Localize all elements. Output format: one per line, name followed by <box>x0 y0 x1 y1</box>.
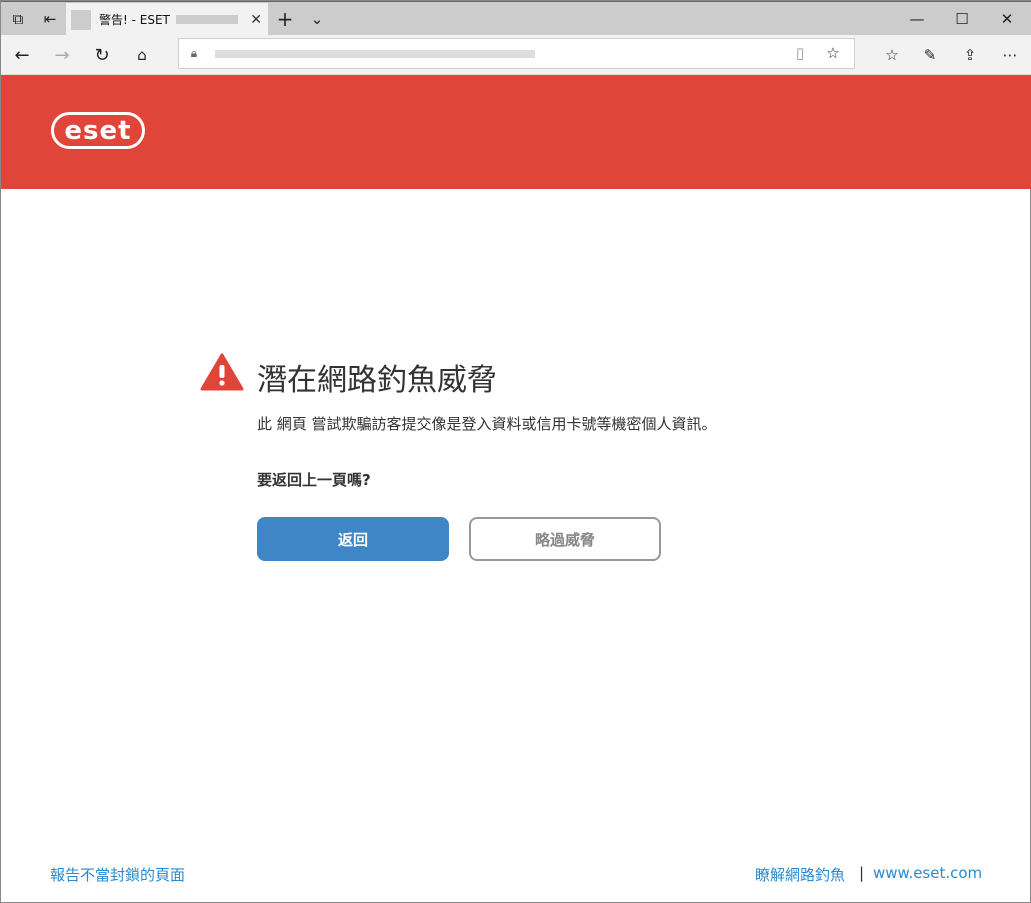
description: 此 網頁 嘗試欺騙訪客提交像是登入資料或信用卡號等機密個人資訊。 <box>257 415 717 433</box>
close-tab-icon[interactable]: ✕ <box>250 12 262 28</box>
report-link[interactable]: 報告不當封鎖的頁面 <box>50 864 185 885</box>
favorites-icon[interactable]: ☆ <box>881 44 903 66</box>
refresh-icon[interactable]: ↻ <box>91 44 113 66</box>
skip-threat-button[interactable]: 略過威脅 <box>469 517 661 561</box>
blurred-text <box>175 15 238 24</box>
chevron-down-icon[interactable]: ⌄ <box>306 8 328 30</box>
question: 要返回上一頁嗎? <box>257 471 371 489</box>
home-icon[interactable]: ⌂ <box>131 44 153 66</box>
reading-view-icon[interactable]: ▯ <box>791 44 809 62</box>
maximize-icon[interactable]: ☐ <box>951 8 973 30</box>
tab-manager-icon[interactable]: ⧉ <box>7 8 29 30</box>
close-window-icon[interactable]: ✕ <box>996 8 1018 30</box>
eset-banner <box>1 75 1031 189</box>
blurred-url <box>215 50 535 58</box>
lock-icon: 🔒︎ <box>190 45 198 60</box>
back-button[interactable]: 返回 <box>257 517 449 561</box>
nav-bar: ← → ↻ ⌂ 🔒︎ ▯ ☆ ☆ ✎ ⇪ ⋯ <box>1 35 1031 75</box>
tab-title: 警告! - ESET <box>99 13 170 27</box>
page-title: 潛在網路釣魚威脅 <box>257 363 497 398</box>
set-tabs-aside-icon[interactable]: ⇤ <box>39 8 61 30</box>
separator: | <box>859 864 865 882</box>
address-bar[interactable]: 🔒︎ ▯ ☆ <box>178 38 855 69</box>
share-icon[interactable]: ⇪ <box>959 44 981 66</box>
pen-icon[interactable]: ✎ <box>919 44 941 66</box>
more-icon[interactable]: ⋯ <box>999 44 1021 66</box>
star-icon[interactable]: ☆ <box>824 44 842 62</box>
back-icon[interactable]: ← <box>11 44 33 66</box>
favicon <box>71 9 91 30</box>
minimize-icon[interactable]: — <box>906 8 928 30</box>
tab-bar: ⧉ ⇤ 警告! - ESET ✕ + ⌄ — ☐ ✕ <box>1 1 1031 36</box>
eset-logo: eset <box>51 112 145 149</box>
forward-icon[interactable]: → <box>51 44 73 66</box>
eset-site-link[interactable]: www.eset.com <box>873 864 982 882</box>
learn-phishing-link[interactable]: 瞭解網路釣魚 <box>755 864 845 885</box>
warning-icon <box>200 353 244 391</box>
new-tab-icon[interactable]: + <box>274 7 296 31</box>
active-tab[interactable]: 警告! - ESET ✕ <box>66 3 268 36</box>
